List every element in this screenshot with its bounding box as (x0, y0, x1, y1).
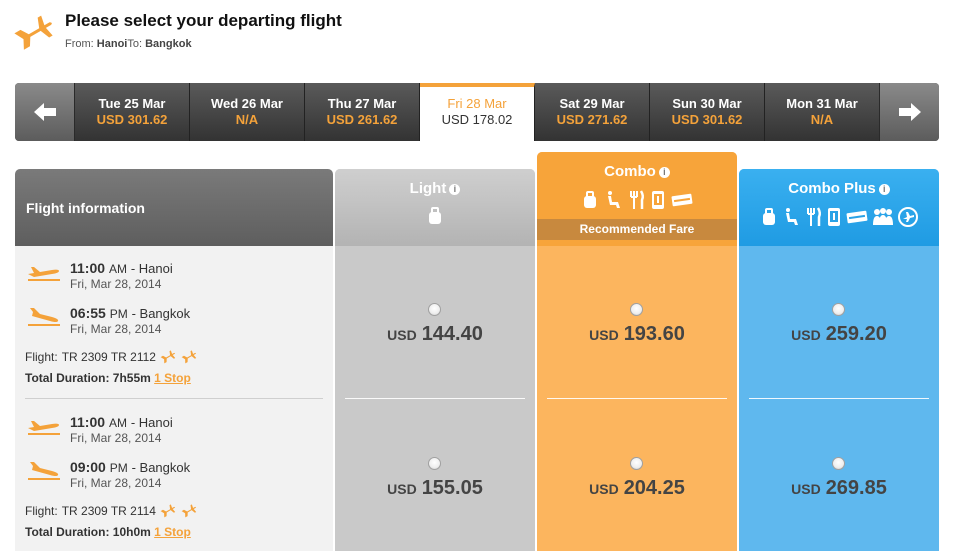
fare-price: USD 204.25 (589, 477, 685, 499)
route-summary: From: HanoiTo: Bangkok (65, 38, 192, 50)
arrow-left-icon (33, 103, 56, 121)
arrive-date: Fri, Mar 28, 2014 (70, 476, 162, 490)
fare-radio[interactable] (630, 303, 643, 316)
fare-price: USD 193.60 (589, 323, 685, 345)
page-title: Please select your departing flight (65, 11, 342, 30)
landing-icon (28, 462, 60, 480)
fare-name-combo: Combo (604, 163, 656, 180)
fare-header-combo: Combo i Recommended Fare (537, 152, 737, 246)
arrive-time: 09:00 (70, 459, 106, 475)
stops-link[interactable]: 1 Stop (154, 371, 191, 385)
baggage-icon (584, 191, 596, 208)
fare-name-light: Light (409, 180, 447, 197)
airplane-icon (160, 504, 176, 518)
fare-radio[interactable] (630, 457, 643, 470)
device-icon (828, 208, 840, 226)
group-icon (873, 208, 893, 225)
flight-change-icon (898, 207, 918, 227)
fare-radio[interactable] (428, 457, 441, 470)
date-tab[interactable]: Sun 30 Mar USD 301.62 (650, 83, 765, 141)
flight-info-panel: 11:00 AM - Hanoi Fri, Mar 28, 2014 06:55… (15, 246, 333, 551)
date-tab[interactable]: Wed 26 Mar N/A (190, 83, 305, 141)
flight-info-header: Flight information (15, 169, 333, 246)
airplane-logo-icon (14, 15, 53, 50)
landing-icon (28, 308, 60, 326)
fare-column-light: Light i USD 144.40 USD 155.05 (335, 169, 535, 551)
fare-header-light: Light i (335, 169, 535, 246)
fare-column-combo-plus: Combo Plus i USD 259.20 USD 269.85 (739, 169, 939, 551)
airplane-icon (181, 504, 197, 518)
row-divider (749, 398, 929, 399)
total-duration: Total Duration: 10h0m 1 Stop (25, 525, 191, 539)
takeoff-icon (28, 421, 60, 435)
date-tab-selected[interactable]: Fri 28 Mar USD 178.02 (420, 83, 535, 141)
fare-price: USD 155.05 (387, 477, 483, 499)
info-icon[interactable]: i (449, 183, 461, 195)
fare-price: USD 269.85 (791, 477, 887, 499)
arrive-time: 06:55 (70, 305, 106, 321)
fare-name-combo-plus: Combo Plus (788, 180, 876, 197)
date-tab[interactable]: Tue 25 Mar USD 301.62 (75, 83, 190, 141)
row-divider (345, 398, 525, 399)
ticket-icon (846, 210, 868, 224)
airplane-icon (181, 350, 197, 364)
total-duration: Total Duration: 7h55m 1 Stop (25, 371, 191, 385)
fare-radio[interactable] (832, 457, 845, 470)
arrive-date: Fri, Mar 28, 2014 (70, 322, 162, 336)
baggage-icon (763, 208, 775, 225)
meal-icon (807, 207, 822, 226)
fare-price: USD 259.20 (791, 323, 887, 345)
fare-price: USD 144.40 (387, 323, 483, 345)
info-icon[interactable]: i (658, 166, 670, 178)
flight-number: Flight: TR 2309 TR 2112 (25, 349, 198, 365)
ticket-icon (671, 193, 693, 207)
fare-header-combo-plus: Combo Plus i (739, 169, 939, 246)
row-divider (547, 398, 727, 399)
recommended-fare-badge: Recommended Fare (537, 219, 737, 240)
flight-number: Flight: TR 2309 TR 2114 (25, 503, 198, 519)
meal-icon (630, 190, 645, 209)
date-tab[interactable]: Sat 29 Mar USD 271.62 (535, 83, 650, 141)
seat-icon (786, 208, 798, 225)
depart-time: 11:00 (70, 414, 106, 430)
fare-column-combo: Combo i Recommended Fare USD 193.60 USD 204… (537, 152, 737, 551)
depart-date: Fri, Mar 28, 2014 (70, 277, 162, 291)
device-icon (652, 191, 664, 209)
next-dates-button[interactable] (879, 83, 939, 141)
takeoff-icon (28, 267, 60, 281)
arrow-right-icon (898, 103, 921, 121)
depart-date: Fri, Mar 28, 2014 (70, 431, 162, 445)
seat-icon (608, 191, 620, 208)
stops-link[interactable]: 1 Stop (154, 525, 191, 539)
fare-radio[interactable] (428, 303, 441, 316)
fare-radio[interactable] (832, 303, 845, 316)
baggage-icon (429, 207, 441, 224)
depart-time: 11:00 (70, 260, 106, 276)
date-tab[interactable]: Thu 27 Mar USD 261.62 (305, 83, 420, 141)
airplane-icon (160, 350, 176, 364)
row-divider (25, 398, 323, 399)
date-selector: Tue 25 Mar USD 301.62 Wed 26 Mar N/A Thu 2… (15, 83, 939, 141)
date-tab[interactable]: Mon 31 Mar N/A (765, 83, 880, 141)
info-icon[interactable]: i (878, 183, 890, 195)
prev-dates-button[interactable] (15, 83, 75, 141)
